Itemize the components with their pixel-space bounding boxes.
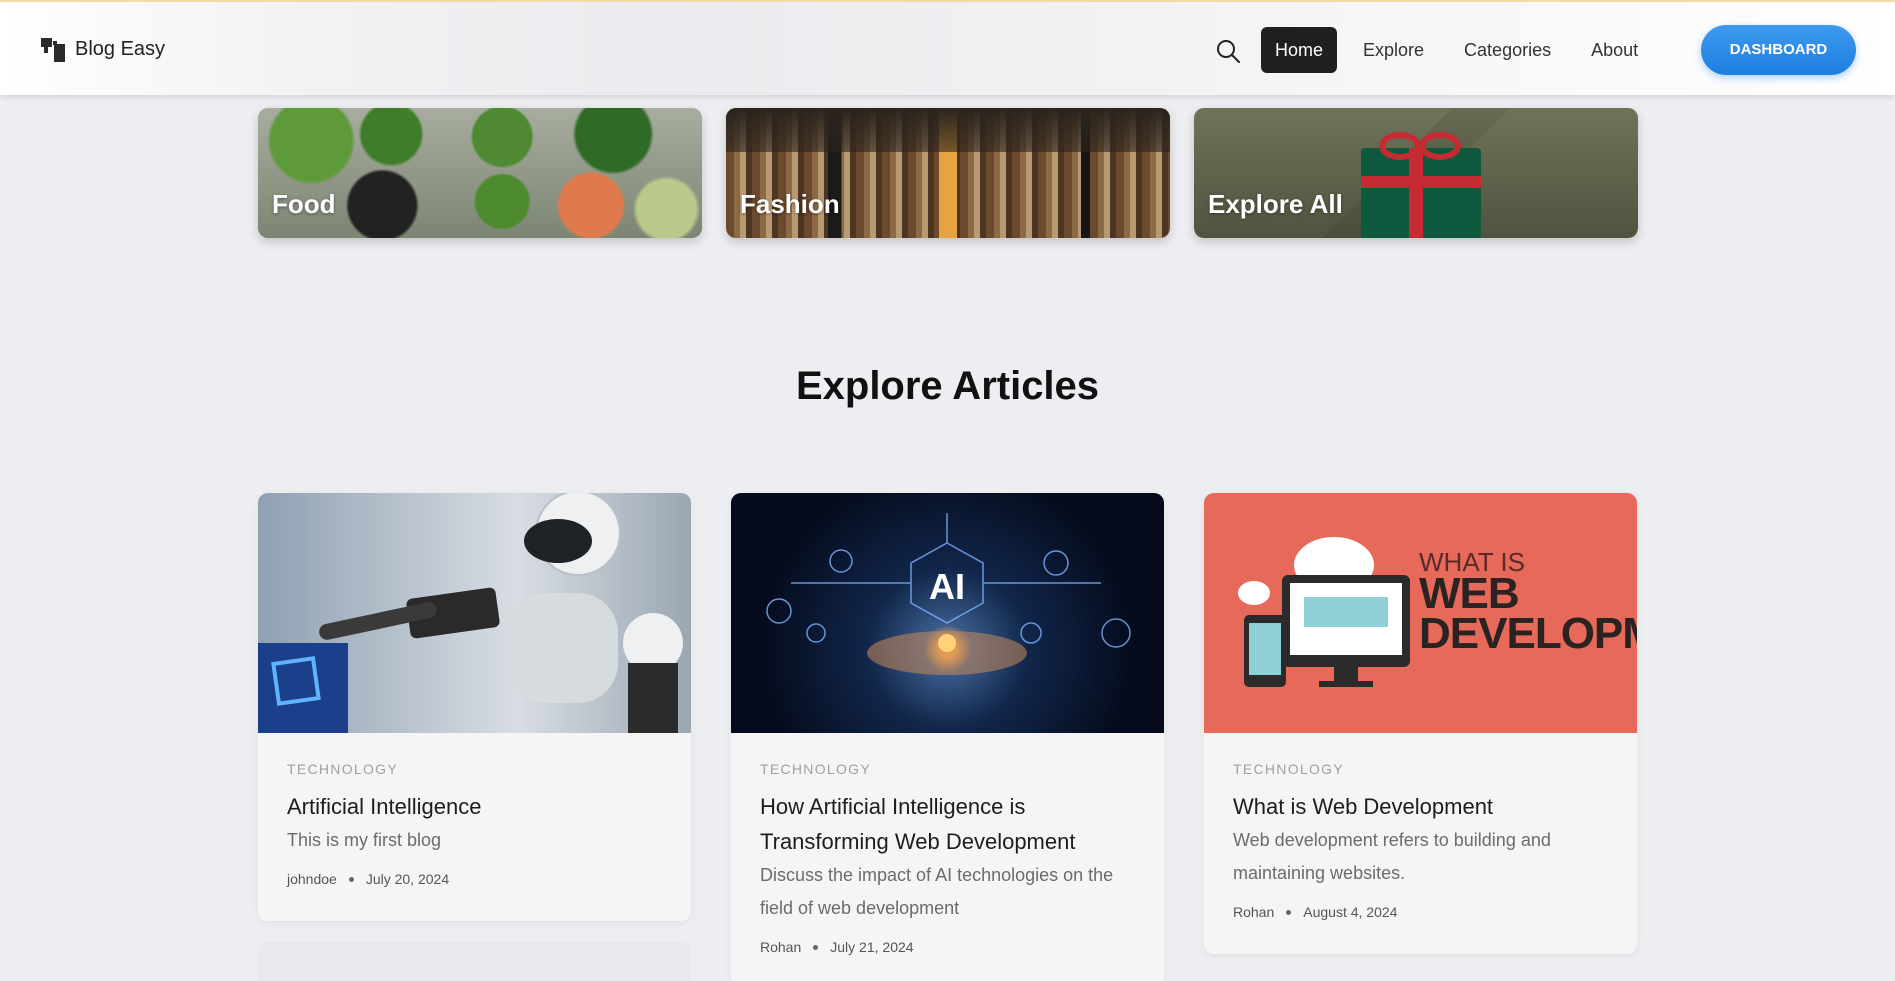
- next-card-placeholder: [258, 942, 691, 981]
- separator-dot: [1286, 909, 1292, 915]
- nav-categories[interactable]: Categories: [1450, 27, 1565, 73]
- category-label: Fashion: [740, 189, 840, 219]
- ai-label: AI: [929, 566, 965, 607]
- article-card[interactable]: AI TECHNOLOGY How Artificial Intelligenc…: [731, 493, 1164, 981]
- article-card[interactable]: TECHNOLOGY Artificial Intelligence This …: [258, 493, 691, 921]
- main-nav: Home Explore Categories About: [1261, 27, 1664, 73]
- article-date: July 20, 2024: [365, 871, 450, 887]
- article-author: Rohan: [1233, 904, 1275, 920]
- brand-logo[interactable]: Blog Easy: [41, 36, 165, 62]
- article-category: TECHNOLOGY: [760, 761, 872, 777]
- article-title[interactable]: What is Web Development: [1233, 789, 1608, 824]
- article-card[interactable]: WHAT IS WEB DEVELOPMENT TECHNOLOGY What …: [1204, 493, 1637, 954]
- article-date: August 4, 2024: [1303, 904, 1398, 920]
- category-card-food[interactable]: Food: [258, 108, 702, 238]
- article-thumbnail: [258, 493, 691, 733]
- article-author: johndoe: [287, 871, 337, 887]
- nav-explore[interactable]: Explore: [1349, 27, 1438, 73]
- article-meta: Rohan August 4, 2024: [1233, 904, 1608, 920]
- article-meta: johndoe July 20, 2024: [287, 871, 662, 887]
- article-category: TECHNOLOGY: [287, 761, 399, 777]
- article-date: July 21, 2024: [830, 939, 914, 955]
- article-title[interactable]: How Artificial Intelligence is Transform…: [760, 789, 1135, 859]
- gift-bow-image: [1379, 128, 1469, 168]
- article-description: Discuss the impact of AI technologies on…: [760, 865, 1114, 918]
- category-card-explore-all[interactable]: Explore All: [1194, 108, 1638, 238]
- article-title[interactable]: Artificial Intelligence: [287, 789, 662, 824]
- article-description: This is my first blog: [287, 830, 442, 850]
- web-dev-heading: WHAT IS WEB DEVELOPMENT: [1419, 547, 1637, 658]
- article-description: Web development refers to building and m…: [1233, 830, 1551, 883]
- article-category: TECHNOLOGY: [1233, 761, 1345, 777]
- category-card-fashion[interactable]: Fashion: [726, 108, 1170, 238]
- article-meta: Rohan July 21, 2024: [760, 939, 1135, 955]
- section-title: Explore Articles: [795, 364, 1100, 408]
- article-thumbnail: AI: [731, 493, 1164, 733]
- ai-illustration: AI: [766, 513, 1131, 675]
- separator-dot: [348, 876, 354, 882]
- search-icon[interactable]: [1214, 37, 1242, 65]
- separator-dot: [813, 944, 819, 950]
- top-navbar: Blog Easy Home Explore Categories About …: [0, 0, 1895, 95]
- logo-icon: [41, 36, 67, 62]
- robot-illustration: [258, 493, 683, 733]
- nav-home[interactable]: Home: [1261, 27, 1338, 73]
- article-thumbnail: WHAT IS WEB DEVELOPMENT: [1204, 493, 1637, 733]
- category-label: Explore All: [1208, 189, 1343, 219]
- brand-name: Blog Easy: [75, 37, 166, 60]
- article-author: Rohan: [760, 939, 802, 955]
- nav-about[interactable]: About: [1577, 27, 1652, 73]
- category-label: Food: [272, 189, 336, 219]
- dashboard-button[interactable]: DASHBOARD: [1701, 25, 1856, 75]
